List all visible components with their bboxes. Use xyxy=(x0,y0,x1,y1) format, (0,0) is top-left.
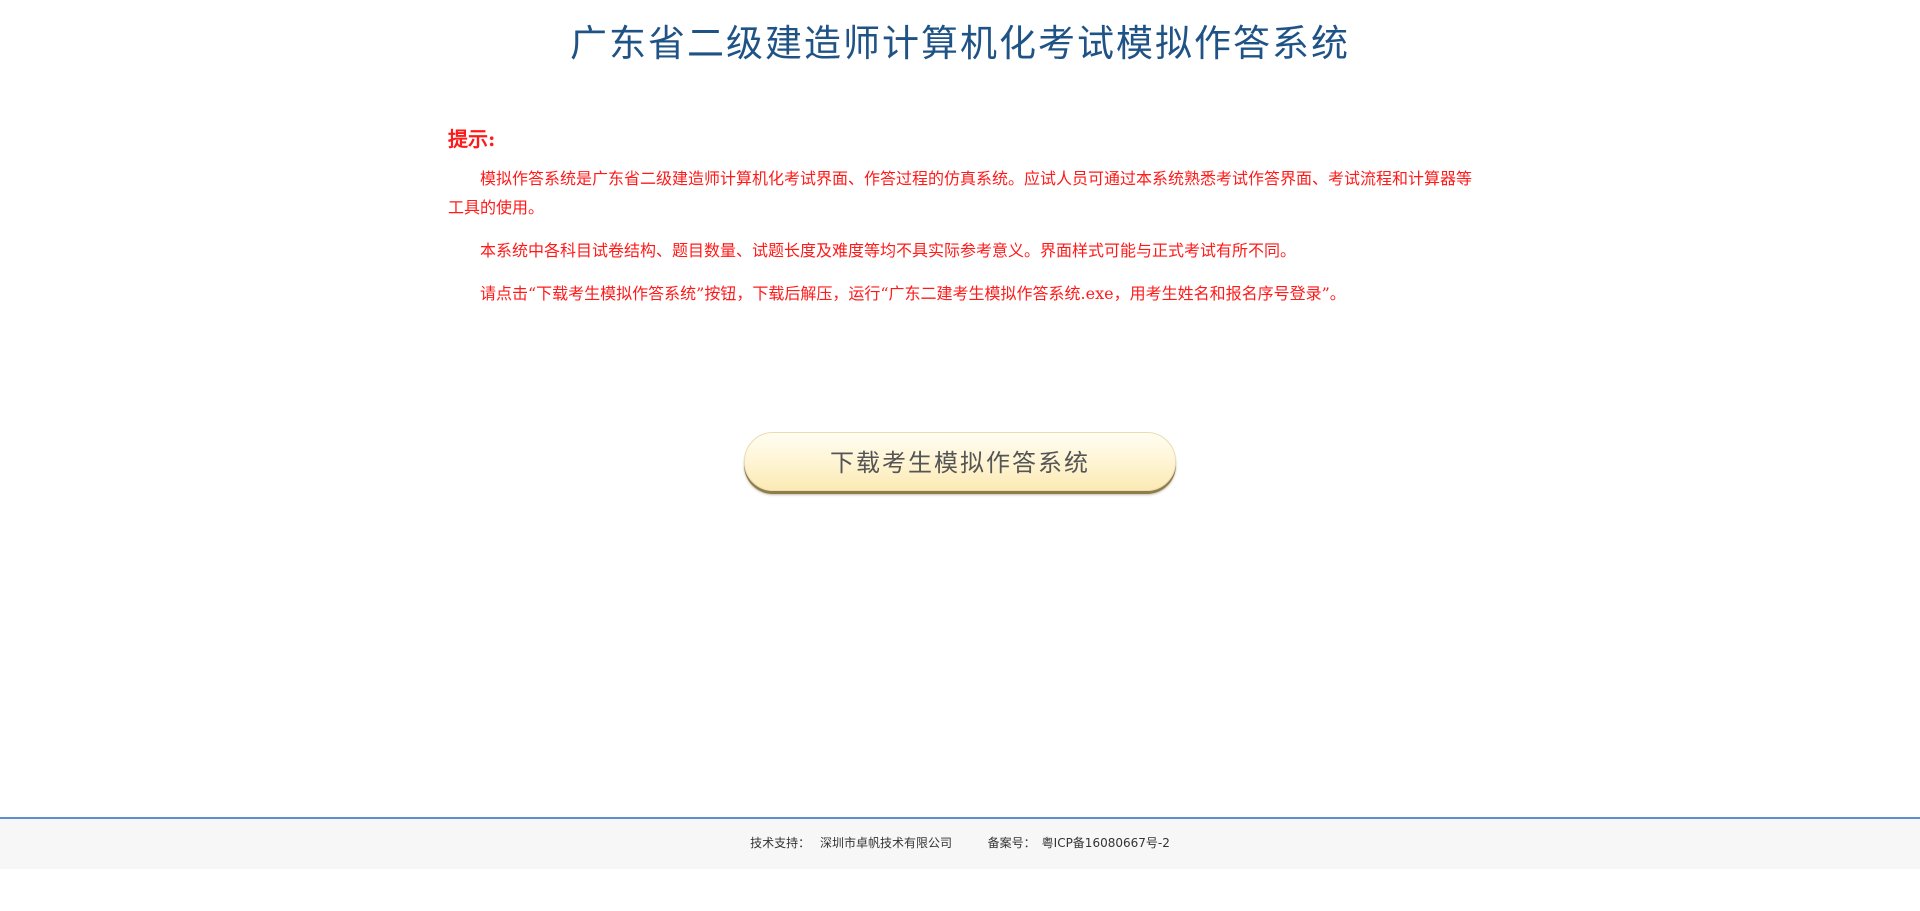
download-simulator-button[interactable]: 下载考生模拟作答系统 xyxy=(744,432,1176,491)
download-area: 下载考生模拟作答系统 xyxy=(0,432,1920,491)
footer-support-company: 深圳市卓帆技术有限公司 xyxy=(819,836,952,850)
tips-paragraph-intro: 模拟作答系统是广东省二级建造师计算机化考试界面、作答过程的仿真系统。应试人员可通… xyxy=(448,169,1473,217)
tips-heading: 提示: xyxy=(448,127,496,151)
page-root: 广东省二级建造师计算机化考试模拟作答系统 提示: 模拟作答系统是广东省二级建造师… xyxy=(0,0,1920,911)
footer-support-label: 技术支持： xyxy=(750,836,811,850)
footer-icp-label: 备案号： xyxy=(987,836,1036,850)
footer: 技术支持： 深圳市卓帆技术有限公司 备案号： 粤ICP备16080667号-2 xyxy=(0,819,1920,869)
footer-icp-value: 粤ICP备16080667号-2 xyxy=(1041,836,1170,850)
page-title: 广东省二级建造师计算机化考试模拟作答系统 xyxy=(570,22,1350,65)
tips-section: 提示: 模拟作答系统是广东省二级建造师计算机化考试界面、作答过程的仿真系统。应试… xyxy=(448,124,1476,322)
tips-paragraph-instructions: 请点击“下载考生模拟作答系统”按钮，下载后解压，运行“广东二建考生模拟作答系统.… xyxy=(480,284,1346,303)
tips-paragraph-disclaimer: 本系统中各科目试卷结构、题目数量、试题长度及难度等均不具实际参考意义。界面样式可… xyxy=(480,241,1297,260)
